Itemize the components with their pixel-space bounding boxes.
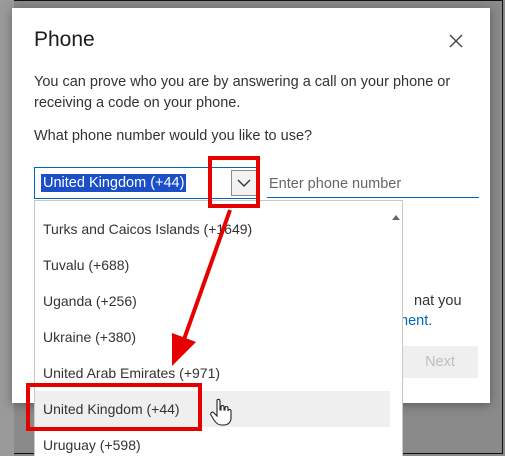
arrow-annotation <box>172 209 232 366</box>
hand-cursor-icon <box>210 398 232 426</box>
